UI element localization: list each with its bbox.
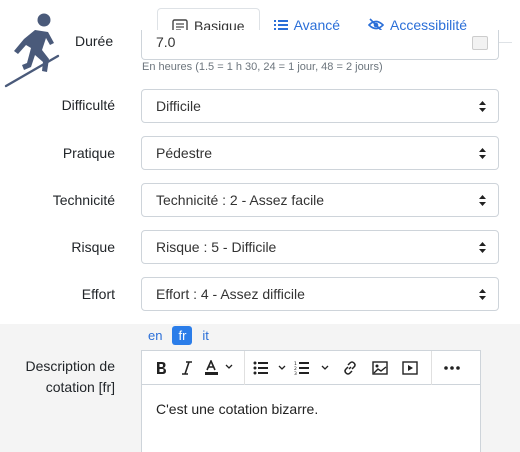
technicite-select[interactable]: Technicité : 2 - Assez facile xyxy=(141,183,499,217)
select-caret-icon xyxy=(479,195,486,206)
lang-en[interactable]: en xyxy=(142,326,168,345)
bold-icon xyxy=(157,361,166,374)
rich-text-editor: 1 2 3 C'est une cotation bizarre. xyxy=(141,350,481,452)
editor-toolbar: 1 2 3 xyxy=(142,350,480,385)
effort-label: Effort xyxy=(81,286,115,302)
svg-text:3: 3 xyxy=(294,371,297,375)
link-button[interactable] xyxy=(335,354,365,382)
duree-hint: En heures (1.5 = 1 h 30, 24 = 1 jour, 48… xyxy=(142,61,383,73)
italic-button[interactable] xyxy=(172,354,202,382)
bulleted-list-icon xyxy=(253,361,286,374)
editor-content[interactable]: C'est une cotation bizarre. xyxy=(142,385,480,433)
description-label-line1: Description de xyxy=(25,358,116,374)
media-icon xyxy=(402,360,418,375)
risque-label: Risque xyxy=(71,239,115,255)
font-color-icon xyxy=(205,359,233,375)
risque-select[interactable]: Risque : 5 - Difficile xyxy=(141,230,499,264)
select-caret-icon xyxy=(479,242,486,253)
image-button[interactable] xyxy=(365,354,395,382)
difficulte-value: Difficile xyxy=(156,98,201,114)
bulleted-list-button[interactable] xyxy=(251,354,291,382)
description-label: Description de cotation [fr] xyxy=(20,356,116,398)
select-caret-icon xyxy=(479,289,486,300)
media-button[interactable] xyxy=(395,354,425,382)
effort-select[interactable]: Effort : 4 - Assez difficile xyxy=(141,277,499,311)
bold-button[interactable] xyxy=(150,354,172,382)
select-caret-icon xyxy=(479,101,486,112)
numbered-list-button[interactable]: 1 2 3 xyxy=(291,354,335,382)
risque-value: Risque : 5 - Difficile xyxy=(156,239,277,255)
italic-icon xyxy=(182,360,192,375)
link-icon xyxy=(344,360,356,375)
lang-it[interactable]: it xyxy=(196,326,215,345)
technicite-label: Technicité xyxy=(52,192,115,208)
duree-input[interactable]: 7.0 xyxy=(141,30,499,60)
effort-value: Effort : 4 - Assez difficile xyxy=(156,286,305,302)
technicite-value: Technicité : 2 - Assez facile xyxy=(156,192,325,208)
duree-label: Durée xyxy=(75,33,114,49)
numbered-list-icon: 1 2 3 xyxy=(294,361,329,375)
more-button[interactable] xyxy=(438,354,466,382)
duree-value: 7.0 xyxy=(156,34,176,48)
toolbar-separator xyxy=(244,350,245,385)
pratique-value: Pédestre xyxy=(156,145,213,161)
pratique-label: Pratique xyxy=(62,145,115,161)
difficulte-select[interactable]: Difficile xyxy=(141,89,499,123)
more-icon xyxy=(444,365,460,370)
description-label-line2: cotation [fr] xyxy=(45,379,115,395)
image-icon xyxy=(372,360,388,375)
select-caret-icon xyxy=(479,148,486,159)
font-color-button[interactable] xyxy=(202,354,238,382)
lang-fr[interactable]: fr xyxy=(172,326,193,345)
skier-logo xyxy=(4,13,60,88)
pratique-select[interactable]: Pédestre xyxy=(141,136,499,170)
toolbar-separator xyxy=(431,350,432,385)
language-switcher: en fr it xyxy=(142,326,215,345)
duree-spinner[interactable] xyxy=(472,36,488,50)
difficulte-label: Difficulté xyxy=(61,97,115,113)
